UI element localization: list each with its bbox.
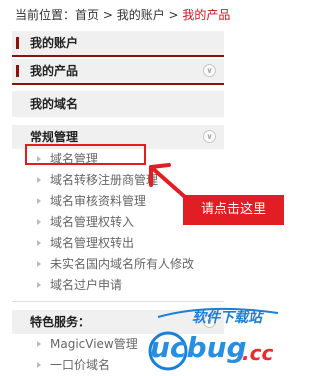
breadcrumb-separator: > <box>99 8 117 22</box>
menu-section-my-account[interactable]: 我的账户 <box>12 31 224 57</box>
menu-item-label: 未实名国内域名所有人修改 <box>50 257 195 271</box>
breadcrumb-home-link[interactable]: 首页 <box>75 8 99 22</box>
triangle-right-icon <box>37 198 41 204</box>
menu-item-label: MagicView管理 <box>50 337 138 351</box>
watermark-site: 软件下载站 <box>192 310 262 326</box>
chevron-down-icon[interactable]: ∨ <box>203 130 216 143</box>
active-marker <box>16 65 19 77</box>
breadcrumb-prefix: 当前位置： <box>15 8 76 22</box>
triangle-right-icon <box>37 362 41 368</box>
menu-section-label: 我的账户 <box>30 36 79 50</box>
menu-item-owner-modify[interactable]: 未实名国内域名所有人修改 <box>12 254 224 275</box>
breadcrumb-account-link[interactable]: 我的账户 <box>117 8 165 22</box>
callout-label: 请点击这里 <box>183 195 284 225</box>
menu-section-label: 我的产品 <box>30 64 79 78</box>
watermark-logo: ucbug <box>150 331 247 364</box>
menu-section-my-domains[interactable]: 我的域名 <box>12 91 224 117</box>
triangle-right-icon <box>37 282 41 288</box>
menu-item-label: 域名管理权转出 <box>50 236 135 250</box>
chevron-down-icon[interactable]: ∨ <box>203 64 216 77</box>
active-marker <box>16 37 19 49</box>
menu-section-my-products[interactable]: 我的产品 ∨ <box>12 59 224 85</box>
breadcrumb-current: 我的产品 <box>182 8 231 22</box>
menu-section-label: 特色服务： <box>30 315 91 329</box>
menu-section-label: 我的域名 <box>30 97 79 111</box>
watermark-domain: .cc <box>242 341 274 365</box>
menu-item-label: 一口价域名 <box>50 358 111 372</box>
triangle-right-icon <box>37 341 41 347</box>
breadcrumb-separator: > <box>164 8 183 22</box>
triangle-right-icon <box>37 240 41 246</box>
triangle-right-icon <box>37 219 41 225</box>
breadcrumb: 当前位置：首页 > 我的账户 > 我的产品 <box>15 6 230 23</box>
menu-item-label: 域名审核资料管理 <box>50 194 147 208</box>
menu-item-ownership-transfer[interactable]: 域名过户申请 <box>12 275 224 296</box>
menu-item-label: 域名管理权转入 <box>50 215 135 229</box>
triangle-right-icon <box>37 177 41 183</box>
triangle-right-icon <box>37 261 41 267</box>
menu-item-label: 域名转移注册商管理 <box>50 173 159 187</box>
highlight-box <box>25 144 146 165</box>
site-watermark-logo: 软件下载站 ucbug .cc <box>148 305 284 373</box>
menu-item-label: 域名过户申请 <box>50 278 123 292</box>
menu-item-transfer-out[interactable]: 域名管理权转出 <box>12 233 224 254</box>
